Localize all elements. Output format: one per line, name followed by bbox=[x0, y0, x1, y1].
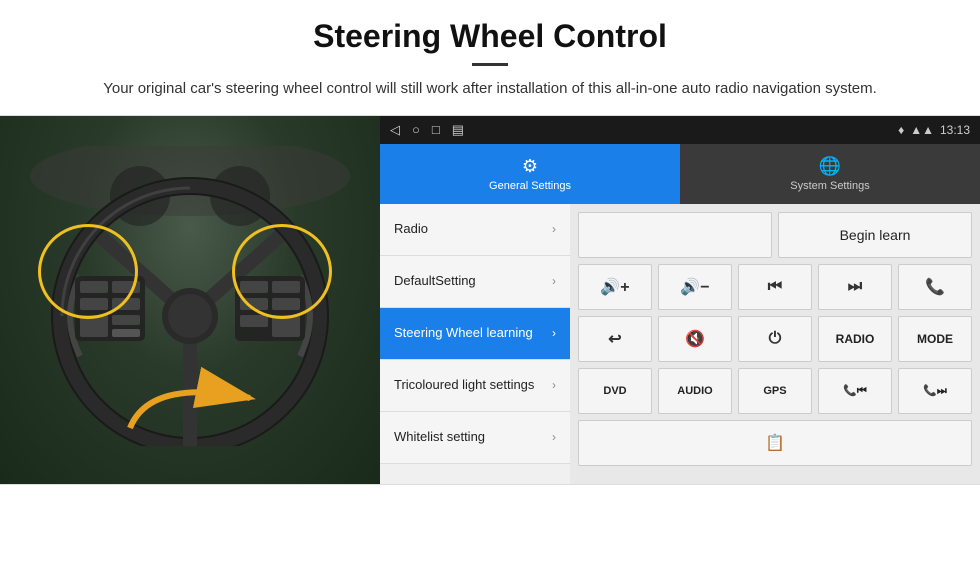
device-section: ◁ ○ □ ▤ ♦ ▲▲ 13:13 ⚙ General Settings bbox=[0, 115, 980, 485]
highlight-circle-left bbox=[38, 224, 138, 319]
menu-item-steering-wheel[interactable]: Steering Wheel learning › bbox=[380, 308, 570, 360]
audio-button[interactable]: AUDIO bbox=[658, 368, 732, 414]
volume-up-button[interactable]: 🔊+ bbox=[578, 264, 652, 310]
nav-extra-icon[interactable]: ▤ bbox=[452, 122, 464, 138]
tab-bar: ⚙ General Settings 🌐 System Settings bbox=[380, 144, 980, 204]
page-title: Steering Wheel Control bbox=[60, 18, 920, 55]
menu-item-default-setting[interactable]: DefaultSetting › bbox=[380, 256, 570, 308]
tab-system-label: System Settings bbox=[790, 180, 869, 192]
next-icon: ⏭ bbox=[848, 278, 862, 296]
volume-up-icon: 🔊+ bbox=[600, 277, 629, 297]
chevron-right-icon: › bbox=[552, 378, 556, 392]
menu-whitelist-label: Whitelist setting bbox=[394, 429, 485, 446]
volume-down-icon: 🔊− bbox=[680, 277, 709, 297]
nav-home-icon[interactable]: ○ bbox=[412, 122, 420, 137]
extra-row: 📋 bbox=[578, 420, 972, 466]
gps-button[interactable]: GPS bbox=[738, 368, 812, 414]
arrow-icon bbox=[120, 358, 260, 438]
main-content: Radio › DefaultSetting › Steering Wheel … bbox=[380, 204, 980, 485]
menu-default-label: DefaultSetting bbox=[394, 273, 476, 290]
tab-general-settings[interactable]: ⚙ General Settings bbox=[380, 144, 680, 204]
mute-icon: 🔇 bbox=[685, 329, 705, 349]
header-section: Steering Wheel Control Your original car… bbox=[0, 0, 980, 115]
right-panel: Begin learn 🔊+ 🔊− ⏮ bbox=[570, 204, 980, 485]
chevron-right-icon: › bbox=[552, 430, 556, 444]
prev-track-button[interactable]: ⏮ bbox=[738, 264, 812, 310]
next-track-button[interactable]: ⏭ bbox=[818, 264, 892, 310]
mode-button[interactable]: MODE bbox=[898, 316, 972, 362]
begin-learn-row: Begin learn bbox=[578, 212, 972, 258]
return-icon: ↩ bbox=[608, 329, 621, 349]
left-menu: Radio › DefaultSetting › Steering Wheel … bbox=[380, 204, 570, 485]
media-row: DVD AUDIO GPS 📞⏮ 📞⏭ bbox=[578, 368, 972, 414]
menu-steering-label: Steering Wheel learning bbox=[394, 325, 533, 342]
call-button[interactable]: 📞 bbox=[898, 264, 972, 310]
nav-recent-icon[interactable]: □ bbox=[432, 122, 440, 137]
phone-icon: 📞 bbox=[925, 277, 945, 297]
steering-wheel-image bbox=[0, 116, 380, 485]
menu-tricoloured-label: Tricoloured light settings bbox=[394, 377, 534, 394]
return-button[interactable]: ↩ bbox=[578, 316, 652, 362]
status-bar-nav: ◁ ○ □ ▤ bbox=[390, 122, 464, 138]
call-prev-button[interactable]: 📞⏮ bbox=[818, 368, 892, 414]
menu-item-radio[interactable]: Radio › bbox=[380, 204, 570, 256]
highlight-circle-right bbox=[232, 224, 332, 319]
android-ui: ◁ ○ □ ▤ ♦ ▲▲ 13:13 ⚙ General Settings bbox=[380, 116, 980, 485]
subtitle-text: Your original car's steering wheel contr… bbox=[60, 78, 920, 101]
menu-item-whitelist[interactable]: Whitelist setting › bbox=[380, 412, 570, 464]
radio-button[interactable]: RADIO bbox=[818, 316, 892, 362]
begin-learn-button[interactable]: Begin learn bbox=[778, 212, 972, 258]
gear-icon: ⚙ bbox=[522, 156, 538, 177]
dvd-button[interactable]: DVD bbox=[578, 368, 652, 414]
gps-label: GPS bbox=[763, 385, 786, 397]
call-next-icon: 📞⏭ bbox=[923, 384, 947, 398]
nav-back-icon[interactable]: ◁ bbox=[390, 122, 400, 138]
controls-row-2: ↩ 🔇 ⏻ RADIO MODE bbox=[578, 316, 972, 362]
page-wrapper: Steering Wheel Control Your original car… bbox=[0, 0, 980, 485]
power-icon: ⏻ bbox=[769, 330, 782, 348]
time-display: 13:13 bbox=[940, 123, 970, 137]
status-bar: ◁ ○ □ ▤ ♦ ▲▲ 13:13 bbox=[380, 116, 980, 144]
list-button[interactable]: 📋 bbox=[578, 420, 972, 466]
chevron-right-icon: › bbox=[552, 274, 556, 288]
key-input-box[interactable] bbox=[578, 212, 772, 258]
tab-system-settings[interactable]: 🌐 System Settings bbox=[680, 144, 980, 204]
call-next-button[interactable]: 📞⏭ bbox=[898, 368, 972, 414]
radio-label: RADIO bbox=[836, 332, 875, 346]
volume-down-button[interactable]: 🔊− bbox=[658, 264, 732, 310]
globe-icon: 🌐 bbox=[819, 156, 841, 177]
chevron-right-icon: › bbox=[552, 326, 556, 340]
list-icon: 📋 bbox=[765, 433, 785, 453]
mode-label: MODE bbox=[917, 332, 953, 346]
location-icon: ♦ bbox=[898, 123, 904, 137]
dvd-label: DVD bbox=[603, 385, 626, 397]
menu-radio-label: Radio bbox=[394, 221, 428, 238]
power-button[interactable]: ⏻ bbox=[738, 316, 812, 362]
controls-row-1: 🔊+ 🔊− ⏮ ⏭ 📞 bbox=[578, 264, 972, 310]
audio-label: AUDIO bbox=[677, 385, 712, 397]
call-prev-icon: 📞⏮ bbox=[843, 384, 867, 398]
mute-button[interactable]: 🔇 bbox=[658, 316, 732, 362]
title-divider bbox=[472, 63, 508, 66]
tab-general-label: General Settings bbox=[489, 180, 571, 192]
status-bar-info: ♦ ▲▲ 13:13 bbox=[898, 123, 970, 137]
menu-item-tricoloured[interactable]: Tricoloured light settings › bbox=[380, 360, 570, 412]
signal-icon: ▲▲ bbox=[910, 123, 934, 137]
prev-icon: ⏮ bbox=[768, 278, 782, 296]
chevron-right-icon: › bbox=[552, 222, 556, 236]
